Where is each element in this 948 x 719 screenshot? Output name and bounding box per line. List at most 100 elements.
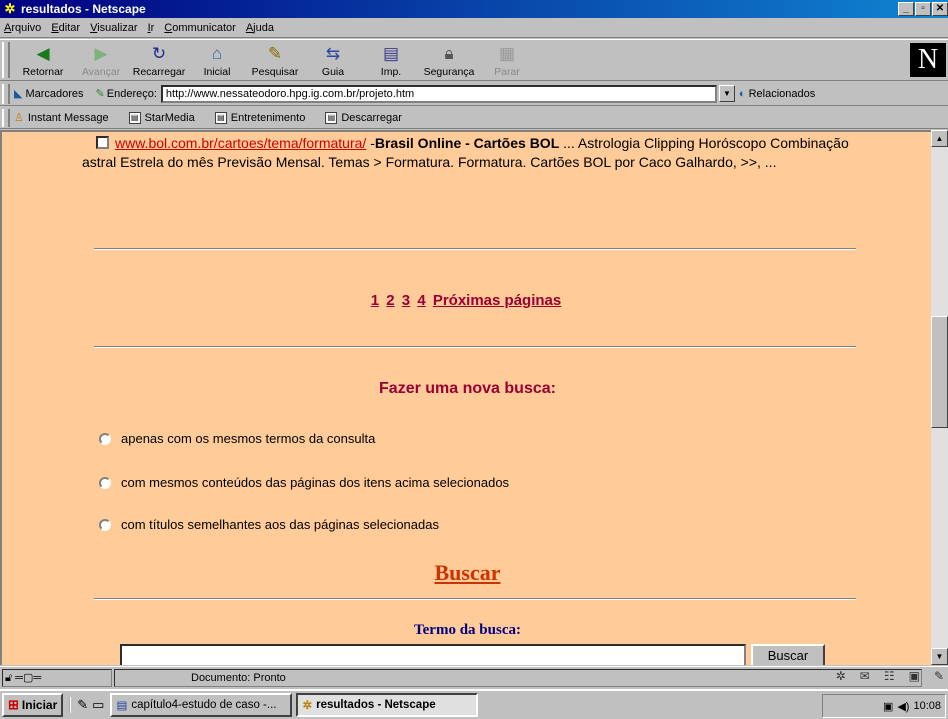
system-tray: ▣ ◀) 10:08 bbox=[822, 694, 946, 718]
tray-icon[interactable]: ▣ bbox=[883, 700, 893, 713]
window-controls: _ ▫ ✕ bbox=[897, 2, 948, 16]
netscape-logo[interactable]: N bbox=[910, 43, 946, 77]
netscape-app-icon: ✲ bbox=[4, 1, 16, 16]
scroll-thumb[interactable] bbox=[931, 316, 948, 428]
result-title: Brasil Online - Cartões BOL bbox=[374, 135, 560, 151]
reload-icon: ↻ bbox=[151, 44, 167, 63]
show-desktop-icon[interactable]: ▭ bbox=[92, 697, 104, 713]
page-link-4[interactable]: 4 bbox=[417, 292, 425, 309]
option-same-contents[interactable]: com mesmos conteúdos das páginas dos ite… bbox=[99, 475, 509, 490]
clock[interactable]: 10:08 bbox=[913, 700, 941, 712]
page-link-3[interactable]: 3 bbox=[402, 292, 410, 309]
bookmark-page-icon: ▤ bbox=[214, 111, 227, 124]
print-button[interactable]: ▤ Imp. bbox=[362, 40, 420, 80]
volume-icon[interactable]: ◀) bbox=[897, 700, 909, 713]
mail-icon[interactable]: ✉ bbox=[860, 669, 870, 683]
instant-message-link[interactable]: ♙ Instant Message bbox=[14, 111, 119, 125]
maximize-button[interactable]: ▫ bbox=[915, 2, 931, 16]
menu-bar: Arquivo Editar Visualizar Ir Communicato… bbox=[0, 18, 948, 38]
radio-button[interactable] bbox=[99, 432, 111, 445]
bookmarks-icon: ◣ bbox=[14, 88, 23, 100]
discussion-icon[interactable]: ☷ bbox=[884, 669, 895, 683]
related-icon: ◐ bbox=[738, 87, 746, 100]
guide-button[interactable]: ⇆ Guia bbox=[304, 40, 362, 80]
navigation-toolbar: ◀ Retornar ▶ Avançar ↻ Recarregar ⌂ Inicial … bbox=[0, 39, 948, 81]
search-flashlight-icon: ✎ bbox=[267, 44, 283, 63]
url-dropdown-button[interactable]: ▼ bbox=[718, 85, 735, 102]
task-netscape[interactable]: ✲ resultados - Netscape bbox=[296, 693, 479, 717]
entretenimento-link[interactable]: ▤ Entretenimento bbox=[214, 111, 316, 124]
toolbar-grip[interactable] bbox=[2, 42, 10, 78]
bookmarks-button[interactable]: ◣ Marcadores bbox=[14, 87, 84, 101]
minimize-button[interactable]: _ bbox=[898, 2, 914, 16]
menu-editar[interactable]: Editar bbox=[51, 22, 80, 34]
title-bar: ✲ resultados - Netscape _ ▫ ✕ bbox=[0, 0, 948, 18]
location-grip[interactable] bbox=[2, 84, 10, 104]
address-label: ✎ Endereço: bbox=[95, 87, 157, 101]
windows-taskbar: ⊞ Iniciar ✎ ▭ ▤ capítulo4-estudo de caso -… bbox=[0, 689, 948, 719]
instant-message-icon: ♙ bbox=[14, 112, 24, 124]
composer-icon[interactable]: ▣ bbox=[909, 669, 920, 683]
quick-launch-icon[interactable]: ✎ bbox=[77, 697, 88, 713]
next-pages-link[interactable]: Próximas páginas bbox=[433, 292, 561, 309]
personal-grip[interactable] bbox=[2, 109, 10, 127]
window-title: resultados - Netscape bbox=[21, 2, 146, 16]
new-search-heading: Fazer uma nova busca: bbox=[379, 380, 556, 397]
radio-button[interactable] bbox=[99, 518, 111, 531]
location-icon: ✎ bbox=[95, 88, 105, 100]
vertical-scrollbar[interactable]: ▲ ▼ bbox=[931, 130, 948, 665]
menu-ajuda[interactable]: Ajuda bbox=[246, 22, 274, 34]
navigator-icon[interactable]: ✲ bbox=[836, 669, 846, 683]
menu-ir[interactable]: Ir bbox=[148, 22, 155, 34]
bookmark-page-icon: ▤ bbox=[128, 111, 141, 124]
security-status-icons[interactable]: 🔓︎ ═▢═ bbox=[2, 668, 112, 687]
personal-toolbar: ♙ Instant Message ▤ StarMedia ▤ Entretenime… bbox=[0, 107, 948, 129]
menu-communicator[interactable]: Communicator bbox=[164, 22, 236, 34]
radio-button[interactable] bbox=[99, 476, 111, 489]
reload-button[interactable]: ↻ Recarregar bbox=[130, 40, 188, 80]
forward-button[interactable]: ▶ Avançar bbox=[72, 40, 130, 80]
status-bar: 🔓︎ ═▢═ Documento: Pronto ✲ ✉ ☷ ▣ ✎ bbox=[0, 666, 948, 688]
page-link-2[interactable]: 2 bbox=[386, 292, 394, 309]
search-result: www.bol.com.br/cartoes/tema/formatura/ -… bbox=[82, 135, 849, 170]
start-button[interactable]: ⊞ Iniciar bbox=[2, 693, 64, 717]
forward-arrow-icon: ▶ bbox=[94, 44, 108, 63]
search-term-input[interactable] bbox=[120, 644, 746, 665]
edit-icon[interactable]: ✎ bbox=[934, 669, 944, 683]
scroll-up-button[interactable]: ▲ bbox=[931, 130, 948, 147]
netscape-window: ✲ resultados - Netscape _ ▫ ✕ Arquivo Ed… bbox=[0, 0, 948, 719]
menu-arquivo[interactable]: Arquivo bbox=[4, 22, 41, 34]
pagination: 1 2 3 4 Próximas páginas bbox=[2, 292, 931, 309]
stop-button[interactable]: ▦ Parar bbox=[478, 40, 536, 80]
option-same-terms[interactable]: apenas com os mesmos termos da consulta bbox=[99, 431, 375, 446]
location-toolbar: ◣ Marcadores ✎ Endereço: http://www.nessat… bbox=[0, 82, 948, 106]
option-similar-titles[interactable]: com títulos semelhantes aos das páginas … bbox=[99, 517, 439, 532]
home-button[interactable]: ⌂ Inicial bbox=[188, 40, 246, 80]
menu-visualizar[interactable]: Visualizar bbox=[90, 22, 138, 34]
printer-icon: ▤ bbox=[382, 44, 400, 63]
starmedia-link[interactable]: ▤ StarMedia bbox=[128, 111, 205, 124]
padlock-icon: 🔒︎ bbox=[444, 44, 454, 63]
task-word-document[interactable]: ▤ capítulo4-estudo de caso -... bbox=[110, 693, 293, 717]
search-submit-button[interactable]: Buscar bbox=[751, 644, 825, 665]
buscar-heading[interactable]: Buscar bbox=[2, 560, 931, 586]
component-bar: ✲ ✉ ☷ ▣ ✎ bbox=[836, 669, 944, 683]
scroll-down-button[interactable]: ▼ bbox=[931, 648, 948, 665]
close-button[interactable]: ✕ bbox=[932, 2, 948, 16]
url-field[interactable]: http://www.nessateodoro.hpg.ig.com.br/pr… bbox=[160, 84, 717, 103]
descarregar-link[interactable]: ▤ Descarregar bbox=[325, 111, 412, 124]
result-checkbox[interactable] bbox=[96, 136, 109, 149]
related-button[interactable]: ◐ Relacionados bbox=[739, 88, 815, 100]
netscape-icon: ✲ bbox=[302, 700, 313, 712]
search-button[interactable]: ✎ Pesquisar bbox=[246, 40, 304, 80]
status-message: Documento: Pronto bbox=[114, 668, 922, 687]
word-icon: ▤ bbox=[116, 700, 128, 712]
page-link-1[interactable]: 1 bbox=[371, 292, 379, 309]
search-term-label: Termo da busca: bbox=[414, 622, 521, 638]
back-button[interactable]: ◀ Retornar bbox=[14, 40, 72, 80]
result-link[interactable]: www.bol.com.br/cartoes/tema/formatura/ bbox=[115, 135, 366, 151]
bookmark-page-icon: ▤ bbox=[325, 111, 338, 124]
security-button[interactable]: 🔒︎ Segurança bbox=[420, 40, 478, 80]
page-content: www.bol.com.br/cartoes/tema/formatura/ -… bbox=[0, 130, 931, 665]
quick-launch: ✎ ▭ bbox=[69, 697, 104, 713]
